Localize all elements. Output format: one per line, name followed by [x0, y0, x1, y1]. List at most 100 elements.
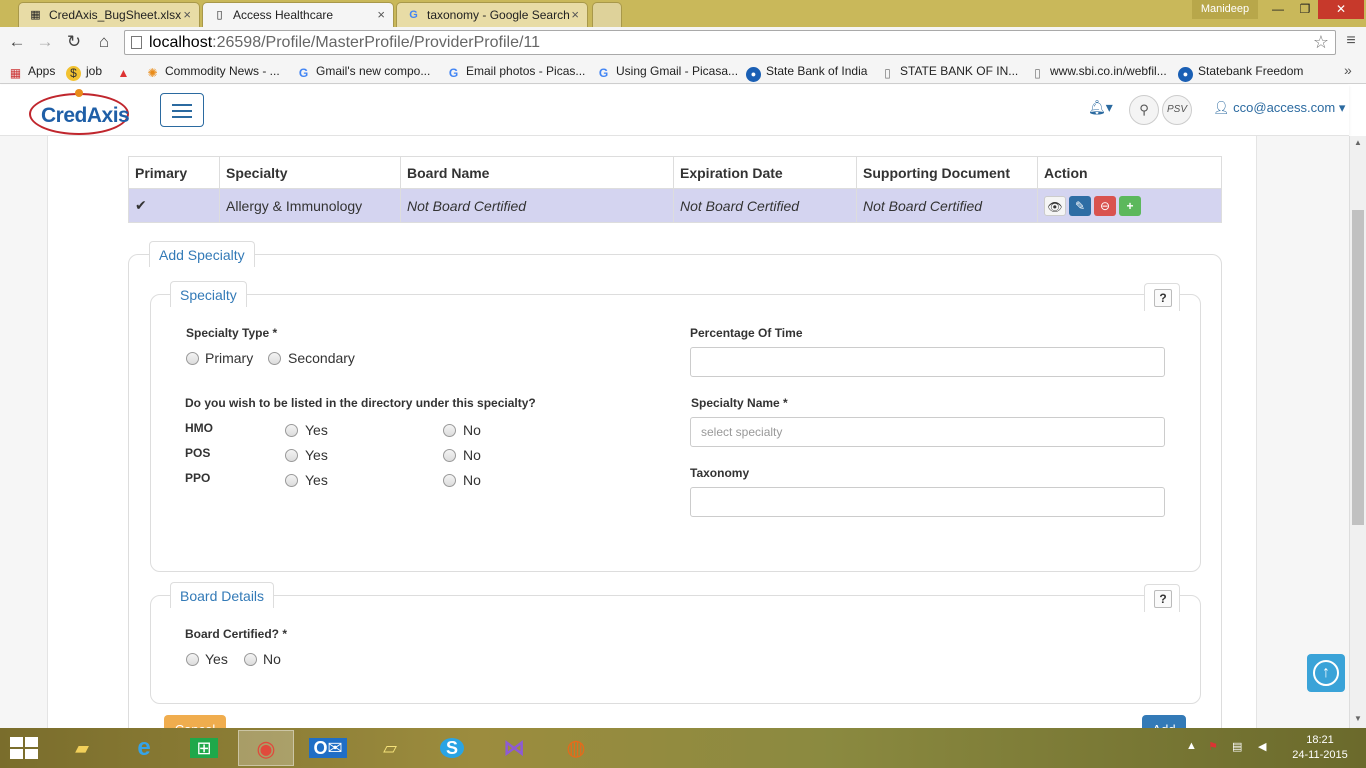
help-icon: ? — [1154, 590, 1172, 608]
volume-icon[interactable]: ◀ — [1258, 740, 1266, 753]
address-bar[interactable]: localhost:26598/Profile/MasterProfile/Pr… — [124, 30, 1336, 55]
taxonomy-input[interactable] — [690, 487, 1165, 517]
directory-row-label: PPO — [185, 471, 211, 485]
scrollbar-thumb[interactable] — [1352, 210, 1364, 525]
tab-title: CredAxis_BugSheet.xlsx — [49, 8, 182, 22]
table-row: ✔ Allergy & Immunology Not Board Certifi… — [128, 188, 1222, 223]
bookmark-commodity-news[interactable]: ✺ Commodity News - ... — [145, 61, 279, 81]
bookmark-label: Using Gmail - Picasa... — [616, 64, 739, 78]
bookmark-sbi[interactable]: ● State Bank of India — [746, 61, 867, 82]
hmo-yes-radio[interactable] — [285, 424, 298, 437]
bookmark-statebank-freedom[interactable]: ● Statebank Freedom — [1178, 61, 1303, 82]
board-certified-label: Board Certified? * — [185, 627, 288, 641]
close-icon[interactable]: × — [571, 3, 579, 27]
notifications-bell-icon[interactable]: 🔔︎▾ — [1088, 99, 1113, 116]
bookmark-job[interactable]: $ job — [66, 61, 102, 81]
cell-actions: 👁︎ ✎ ⊖ + — [1037, 188, 1222, 223]
bookmark-using-gmail[interactable]: G Using Gmail - Picasa... — [596, 61, 738, 81]
radio-label: No — [463, 472, 481, 488]
cell-board-name: Not Board Certified — [400, 188, 674, 223]
warning-triangle-icon: ▲ — [117, 66, 130, 80]
ppo-yes-radio[interactable] — [285, 474, 298, 487]
file-explorer-icon[interactable]: ▰ — [54, 730, 110, 766]
internet-explorer-icon[interactable]: e — [116, 730, 172, 766]
sticky-notes-icon[interactable]: ▱ — [362, 730, 418, 766]
radio-label: No — [463, 447, 481, 463]
board-certified-yes-radio[interactable] — [186, 653, 199, 666]
close-icon[interactable]: × — [183, 3, 191, 27]
add-row-icon[interactable]: + — [1119, 195, 1141, 216]
remove-icon[interactable]: ⊖ — [1094, 195, 1116, 216]
store-icon[interactable]: ⊞ — [176, 730, 232, 766]
radio-label: Yes — [305, 447, 328, 463]
url-host: localhost — [149, 34, 213, 51]
pos-yes-radio[interactable] — [285, 449, 298, 462]
scroll-down-arrow-icon[interactable]: ▼ — [1350, 712, 1366, 726]
google-icon: G — [298, 66, 309, 80]
percentage-of-time-input[interactable] — [690, 347, 1165, 377]
bookmark-apps[interactable]: ▦ Apps — [8, 61, 56, 81]
edit-icon[interactable]: ✎ — [1069, 195, 1091, 216]
bookmark-triangle[interactable]: ▲ — [116, 61, 136, 81]
network-icon[interactable]: ▤ — [1232, 740, 1242, 753]
user-menu[interactable]: 👤︎ cco@access.com ▾ — [1213, 100, 1345, 116]
add-button[interactable]: Add — [1142, 715, 1186, 728]
tab-taxonomy-search[interactable]: G taxonomy - Google Search × — [396, 2, 588, 27]
bookmark-label: Apps — [28, 64, 56, 78]
home-icon[interactable]: ⌂ — [93, 31, 115, 53]
pos-no-radio[interactable] — [443, 449, 456, 462]
tab-bugsheet[interactable]: ▦ CredAxis_BugSheet.xlsx × — [18, 2, 200, 27]
link-icon[interactable]: ⚲ — [1129, 95, 1159, 125]
cancel-button[interactable]: Cancel — [164, 715, 226, 728]
tab-title: Access Healthcare — [233, 8, 334, 22]
tab-access-healthcare[interactable]: ▯ Access Healthcare × — [202, 2, 394, 27]
bookmark-star-icon[interactable]: ☆ — [1313, 31, 1329, 54]
visual-studio-icon[interactable]: ⋈ — [486, 730, 542, 766]
browser-tab-bar: ▦ CredAxis_BugSheet.xlsx × ▯ Access Heal… — [0, 0, 1366, 27]
view-eye-icon[interactable]: 👁︎ — [1044, 195, 1066, 216]
minimize-icon[interactable]: — — [1264, 0, 1292, 19]
tray-overflow-icon[interactable]: ▲ — [1186, 740, 1197, 752]
system-clock[interactable]: 18:21 24-11-2015 — [1290, 733, 1350, 763]
windows-start-icon[interactable] — [10, 737, 38, 759]
url-path: :26598/Profile/MasterProfile/ProviderPro… — [212, 34, 541, 51]
browser-menu-icon[interactable]: ≡ — [1341, 31, 1361, 51]
specialty-name-select[interactable]: select specialty — [690, 417, 1165, 447]
close-icon[interactable]: × — [377, 3, 385, 27]
reload-icon[interactable]: ↻ — [63, 31, 85, 53]
forward-icon[interactable]: → — [34, 31, 56, 53]
column-header-primary: Primary — [128, 156, 220, 189]
back-icon[interactable]: ← — [6, 31, 28, 53]
specialty-help-button[interactable]: ? — [1144, 283, 1180, 311]
firefox-icon[interactable]: ◍ — [548, 730, 604, 766]
hmo-no-radio[interactable] — [443, 424, 456, 437]
specialty-legend: Specialty — [170, 281, 247, 307]
specialty-type-primary-radio[interactable] — [186, 352, 199, 365]
menu-toggle-button[interactable] — [160, 93, 204, 127]
cell-specialty: Allergy & Immunology — [219, 188, 401, 223]
maximize-icon[interactable]: ❐ — [1292, 0, 1318, 19]
help-icon: ? — [1154, 289, 1172, 307]
scroll-to-top-button[interactable]: ↑ — [1307, 654, 1345, 692]
bookmark-sbi-webfiles[interactable]: ▯ www.sbi.co.in/webfil... — [1030, 61, 1167, 81]
bookmark-email-photos[interactable]: G Email photos - Picas... — [446, 61, 586, 81]
ppo-no-radio[interactable] — [443, 474, 456, 487]
bookmark-state-bank[interactable]: ▯ STATE BANK OF IN... — [880, 61, 1018, 81]
action-center-icon[interactable]: ⚑ — [1208, 740, 1218, 753]
skype-icon[interactable]: S — [424, 730, 480, 766]
google-icon: G — [448, 66, 459, 80]
bookmark-gmail-compose[interactable]: G Gmail's new compo... — [296, 61, 431, 81]
board-certified-no-radio[interactable] — [244, 653, 257, 666]
logo-text: CredAxis — [41, 104, 130, 127]
page-scrollbar[interactable]: ▲ ▼ — [1349, 136, 1366, 728]
bookmarks-overflow-icon[interactable]: » — [1344, 62, 1352, 78]
new-tab-button[interactable] — [592, 2, 622, 27]
psv-button[interactable]: PSV — [1162, 95, 1192, 125]
credaxis-logo[interactable]: CredAxis — [29, 89, 130, 135]
specialty-type-secondary-radio[interactable] — [268, 352, 281, 365]
window-close-icon[interactable]: ✕ — [1318, 0, 1364, 19]
scroll-up-arrow-icon[interactable]: ▲ — [1350, 136, 1366, 150]
chrome-icon[interactable]: ◉ — [238, 730, 294, 766]
outlook-icon[interactable]: O✉ — [300, 730, 356, 766]
board-details-help-button[interactable]: ? — [1144, 584, 1180, 612]
